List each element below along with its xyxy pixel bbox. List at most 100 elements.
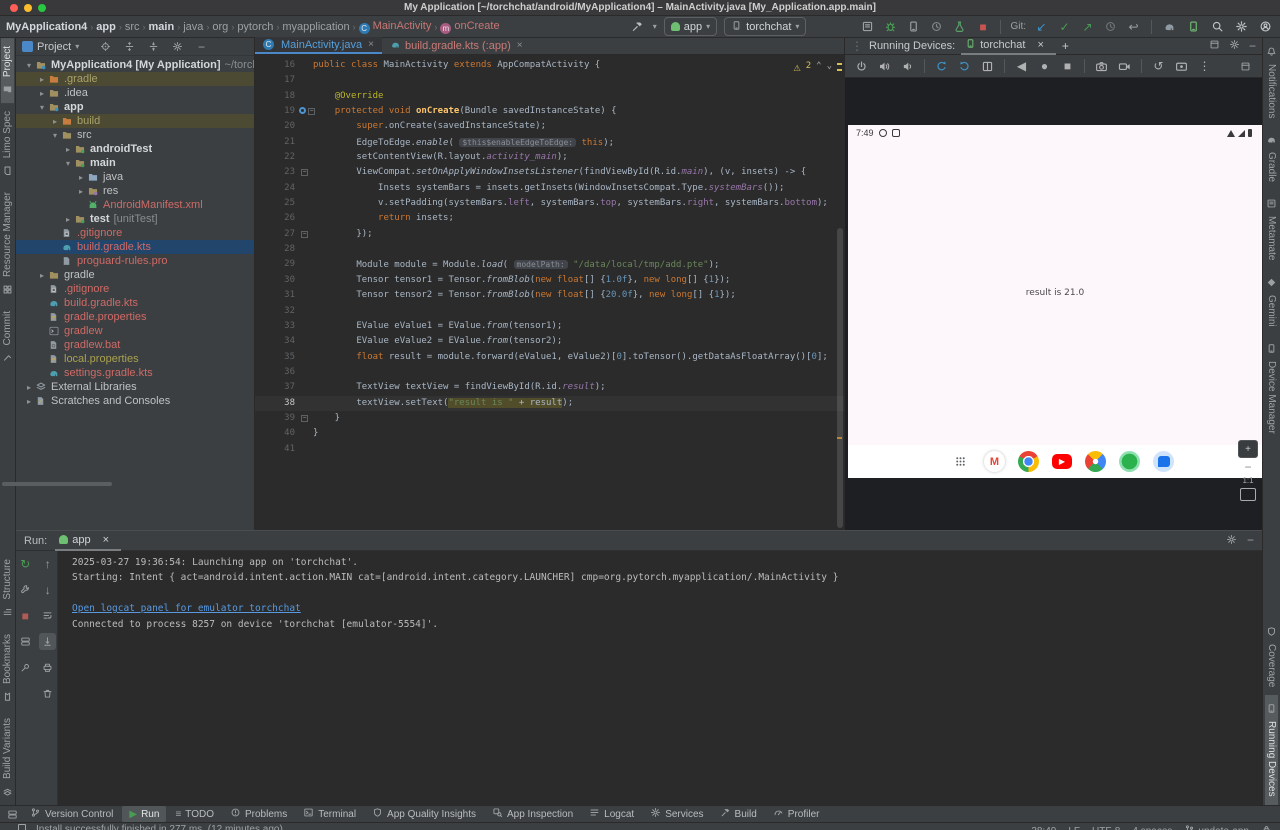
code-line-30[interactable]: 30 Tensor tensor1 = Tensor.fromBlob(new … — [255, 273, 844, 288]
panel-settings-icon[interactable] — [1229, 39, 1240, 53]
prev-occurrence-icon[interactable]: ↑ — [39, 555, 56, 572]
tool-window-button-app-inspection[interactable]: App Inspection — [485, 806, 580, 822]
home-icon[interactable]: ● — [1036, 58, 1053, 75]
tool-window-button-version-control[interactable]: Version Control — [23, 806, 120, 822]
rollback-icon[interactable]: ↩ — [1125, 18, 1142, 35]
code-line-19[interactable]: 19− protected void onCreate(Bundle saved… — [255, 104, 844, 119]
rotate-right-icon[interactable] — [956, 58, 973, 75]
stripe-item-coverage[interactable]: Coverage — [1265, 618, 1278, 695]
line-number[interactable]: 33 — [255, 319, 299, 334]
zoom-reset-button[interactable]: 1:1 — [1242, 476, 1253, 485]
line-number[interactable]: 40 — [255, 426, 299, 441]
stripe-item-gradle[interactable]: Gradle — [1265, 126, 1278, 190]
chrome-icon[interactable] — [1018, 451, 1039, 472]
tool-window-button-logcat[interactable]: Logcat — [582, 806, 641, 822]
code-line-23[interactable]: 23− ViewCompat.setOnApplyWindowInsetsLis… — [255, 165, 844, 180]
tree-item--gitignore[interactable]: .gitignore — [16, 226, 254, 240]
stripe-item-running-devices[interactable]: Running Devices — [1265, 695, 1278, 805]
tree-toggle-icon[interactable]: ▸ — [50, 117, 60, 126]
line-number[interactable]: 37 — [255, 380, 299, 395]
stripe-item-device-manager[interactable]: Device Manager — [1265, 335, 1278, 442]
fold-device-icon[interactable] — [979, 58, 996, 75]
code-line-41[interactable]: 41 — [255, 442, 844, 457]
next-occurrence-icon[interactable]: ↓ — [39, 581, 56, 598]
tree-item-local-properties[interactable]: local.properties — [16, 352, 254, 366]
profile-avatar-icon[interactable] — [1257, 18, 1274, 35]
emulator-screen[interactable]: 7:49 result is 21.0 M▶ — [848, 125, 1262, 478]
tree-toggle-icon[interactable]: ▾ — [63, 159, 73, 168]
tree-toggle-icon[interactable]: ▾ — [24, 61, 34, 70]
line-number[interactable]: 27 — [255, 227, 299, 242]
line-number[interactable]: 35 — [255, 350, 299, 365]
code-line-21[interactable]: 21 EdgeToEdge.enable( $this$enableEdgeTo… — [255, 135, 844, 150]
run-settings-icon[interactable] — [1226, 534, 1237, 548]
breadcrumb-item-java[interactable]: java — [183, 21, 203, 33]
stripe-item-gemini[interactable]: Gemini — [1265, 269, 1278, 335]
record-video-icon[interactable] — [1116, 58, 1133, 75]
profile-icon[interactable] — [905, 18, 922, 35]
tree-item-gradlew-bat[interactable]: gradlew.bat — [16, 338, 254, 352]
close-window-button[interactable] — [10, 4, 18, 12]
zoom-out-button[interactable]: − — [1244, 461, 1251, 473]
editor-tab-build.gradle.kts[interactable]: build.gradle.kts (:app)× — [382, 37, 531, 54]
line-number[interactable]: 23 — [255, 165, 299, 180]
stripe-item-notifications[interactable]: Notifications — [1265, 38, 1278, 126]
screen-record-icon[interactable] — [1173, 58, 1190, 75]
breadcrumb-item-myapplication[interactable]: myapplication — [282, 21, 349, 33]
stripe-item-bookmarks[interactable]: Bookmarks — [1, 626, 14, 710]
code-line-25[interactable]: 25 v.setPadding(systemBars.left, systemB… — [255, 196, 844, 211]
tree-item-res[interactable]: ▸res — [16, 184, 254, 198]
logcat-link[interactable]: Open logcat panel for emulator torchchat — [72, 601, 1262, 616]
tree-toggle-icon[interactable]: ▸ — [37, 271, 47, 280]
tree-item-gradle[interactable]: ▸gradle — [16, 268, 254, 282]
stripe-item-project[interactable]: Project — [1, 38, 14, 103]
stripe-item-metamate[interactable]: Metamate — [1265, 190, 1278, 268]
stripe-item-structure[interactable]: Structure — [1, 551, 14, 626]
inspection-widget[interactable]: ⚠ 2 ⌃ ⌄ — [794, 59, 833, 74]
line-number[interactable]: 19 — [255, 104, 299, 119]
target-device-select[interactable]: torchchat ▾ — [724, 17, 806, 36]
close-device-tab-icon[interactable]: × — [1029, 37, 1051, 54]
youtube-icon[interactable]: ▶ — [1052, 454, 1072, 469]
code-line-31[interactable]: 31 Tensor tensor2 = Tensor.fromBlob(new … — [255, 288, 844, 303]
code-line-35[interactable]: 35 float result = module.forward(eValue1… — [255, 350, 844, 365]
breadcrumb-item-app[interactable]: app — [96, 21, 116, 33]
soft-wrap-icon[interactable] — [39, 607, 56, 624]
clear-all-icon[interactable] — [39, 685, 56, 702]
tree-item-test[interactable]: ▸test[unitTest] — [16, 212, 254, 226]
debug-icon[interactable] — [882, 18, 899, 35]
line-number[interactable]: 20 — [255, 119, 299, 134]
tree-toggle-icon[interactable]: ▸ — [63, 145, 73, 154]
screenshot-icon[interactable] — [1093, 58, 1110, 75]
line-number[interactable]: 41 — [255, 442, 299, 457]
line-number[interactable]: 29 — [255, 257, 299, 272]
print-icon[interactable] — [39, 659, 56, 676]
tree-item--idea[interactable]: ▸.idea — [16, 86, 254, 100]
tree-item-build-gradle-kts[interactable]: build.gradle.kts — [16, 296, 254, 310]
update-project-icon[interactable]: ↙ — [1033, 18, 1050, 35]
apply-changes-icon[interactable] — [836, 18, 853, 35]
scroll-to-end-icon[interactable] — [39, 633, 56, 650]
line-number[interactable]: 34 — [255, 334, 299, 349]
tree-toggle-icon[interactable]: ▸ — [63, 215, 73, 224]
code-line-27[interactable]: 27− }); — [255, 227, 844, 242]
line-number[interactable]: 39 — [255, 411, 299, 426]
device-tab-torchchat[interactable]: torchchat × — [961, 38, 1056, 55]
more-icon[interactable]: ⋮ — [1196, 58, 1213, 75]
history-icon[interactable] — [1102, 18, 1119, 35]
stop-icon[interactable]: ■ — [974, 18, 991, 35]
breadcrumb-item-org[interactable]: org — [212, 21, 228, 33]
fold-marker-icon[interactable]: − — [301, 231, 308, 238]
code-line-16[interactable]: 16public class MainActivity extends AppC… — [255, 58, 844, 73]
tree-toggle-icon[interactable]: ▸ — [37, 75, 47, 84]
tool-window-button-problems[interactable]: Problems — [223, 806, 294, 822]
tree-toggle-icon[interactable]: ▸ — [76, 173, 86, 182]
line-number[interactable]: 16 — [255, 58, 299, 73]
tool-window-button-app-quality-insights[interactable]: App Quality Insights — [365, 806, 483, 822]
highlight-stripe-mark[interactable] — [837, 437, 842, 439]
run-icon[interactable] — [813, 18, 830, 35]
zoom-window-button[interactable] — [38, 4, 46, 12]
tree-item-myapplication4-my-application-[interactable]: ▾MyApplication4 [My Application]~/torchc… — [16, 58, 254, 72]
fold-marker-icon[interactable]: − — [301, 169, 308, 176]
code-line-36[interactable]: 36 — [255, 365, 844, 380]
